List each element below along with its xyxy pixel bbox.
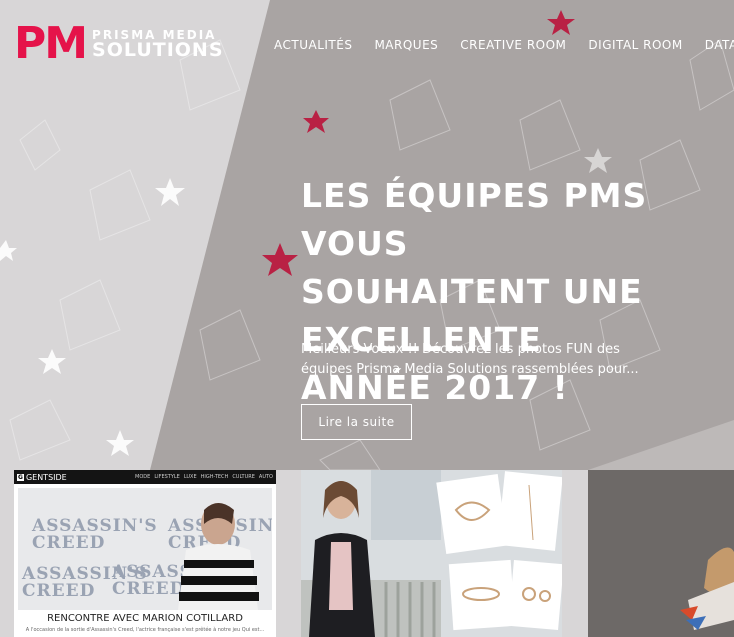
gentside-nav-item: LIFESTYLE	[154, 474, 180, 480]
article-image: ASSASSIN'S CREED ASSASSIN'S CREED ASSASS…	[18, 488, 272, 610]
gentside-nav-item: CULTURE	[232, 474, 255, 480]
hero-section: PM PRISMA MEDIA SOLUTIONS ACTUALITÉS MAR…	[0, 0, 734, 637]
gentside-nav-item: HIGH-TECH	[200, 474, 229, 480]
gentside-logo-icon: G	[17, 473, 24, 481]
article-card-art[interactable]	[588, 470, 734, 637]
nav-item-actualites[interactable]: ACTUALITÉS	[274, 38, 352, 52]
nav-item-marques[interactable]: MARQUES	[374, 38, 438, 52]
nav-item-digital-room[interactable]: DIGITAL ROOM	[588, 38, 682, 52]
logo-line2: SOLUTIONS	[92, 38, 224, 61]
gentside-header: G GENTSIDE MODE LIFESTYLE LUXE HIGH-TECH…	[14, 470, 276, 484]
article-card-fashion[interactable]	[301, 470, 562, 637]
art-photo	[588, 470, 734, 637]
gentside-nav-item: AUTO	[258, 474, 273, 480]
article-card-gentside[interactable]: G GENTSIDE MODE LIFESTYLE LUXE HIGH-TECH…	[14, 470, 276, 637]
hero-description: Meilleurs Voeux !! Découvrez les photos …	[301, 342, 639, 377]
gentside-nav-item: MODE	[135, 474, 151, 480]
gentside-nav: MODE LIFESTYLE LUXE HIGH-TECH CULTURE AU…	[135, 474, 273, 480]
brand-logo[interactable]: PM PRISMA MEDIA SOLUTIONS	[14, 22, 224, 66]
main-nav: ACTUALITÉS MARQUES CREATIVE ROOM DIGITAL…	[274, 38, 734, 52]
logo-mark: PM	[14, 18, 88, 69]
nav-item-data-room[interactable]: DATA ROOM	[705, 38, 734, 52]
person-figure	[178, 503, 259, 610]
article-caption: RENCONTRE AVEC MARION COTILLARD	[47, 613, 243, 624]
gentside-logo: GENTSIDE	[25, 472, 67, 482]
gentside-nav-item: LUXE	[183, 474, 197, 480]
nav-item-creative-room[interactable]: CREATIVE ROOM	[460, 38, 566, 52]
read-more-button[interactable]: Lire la suite	[301, 404, 412, 440]
fashion-photo	[301, 470, 562, 637]
article-excerpt: A l'occasion de la sortie d'Assassin's C…	[25, 627, 265, 633]
